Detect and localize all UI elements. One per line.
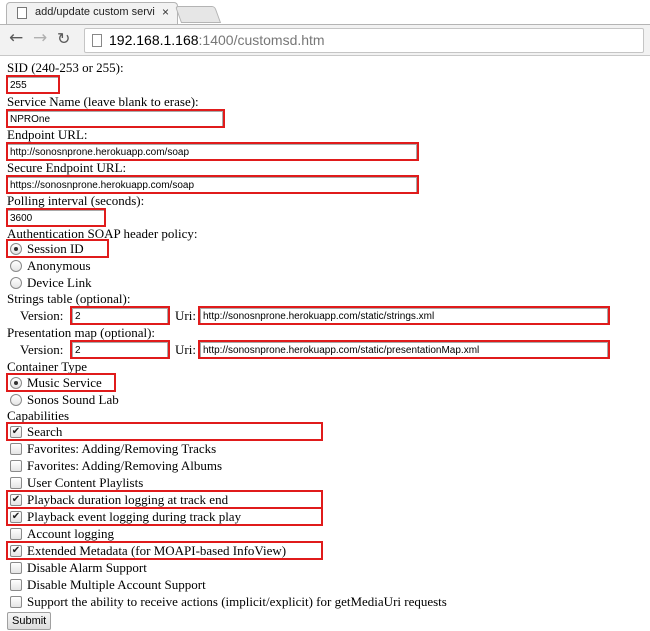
cap-disable-alarm-label: Disable Alarm Support	[27, 560, 147, 575]
cap-fav-tracks-label: Favorites: Adding/Removing Tracks	[27, 441, 217, 456]
cap-fav-albums-checkbox[interactable]	[10, 460, 22, 472]
checkmark-icon: ✔	[11, 426, 21, 437]
container-type-label: Container Type	[7, 359, 88, 374]
capabilities-label: Capabilities	[7, 408, 70, 423]
cap-event-logging-checkbox[interactable]: ✔	[10, 511, 22, 523]
presentation-uri-label: Uri:	[175, 342, 196, 357]
auth-device-link-label: Device Link	[27, 275, 92, 290]
new-tab-button[interactable]	[174, 6, 222, 23]
container-music-service-label: Music Service	[27, 375, 102, 390]
sid-label: SID (240-253 or 255):	[7, 60, 124, 75]
cap-account-logging-label: Account logging	[27, 526, 115, 541]
page-icon	[17, 7, 27, 19]
cap-duration-logging-checkbox[interactable]: ✔	[10, 494, 22, 506]
presentation-uri-input[interactable]	[200, 342, 608, 358]
strings-version-label: Version:	[20, 308, 64, 323]
page-icon	[92, 34, 102, 47]
endpoint-url-input[interactable]	[7, 144, 417, 160]
browser-toolbar: ← → ↻ 192.168.1.168:1400/customsd.htm	[0, 24, 650, 56]
tab-strip: add/update custom servic ×	[0, 0, 650, 24]
auth-session-id-radio[interactable]	[10, 243, 22, 255]
polling-interval-input[interactable]	[7, 210, 105, 226]
submit-button[interactable]: Submit	[7, 612, 52, 630]
cap-fav-albums-label: Favorites: Adding/Removing Albums	[27, 458, 223, 473]
container-music-service-radio[interactable]	[10, 377, 22, 389]
strings-uri-label: Uri:	[175, 308, 196, 323]
strings-uri-input[interactable]	[200, 308, 608, 324]
polling-interval-label: Polling interval (seconds):	[7, 193, 145, 208]
cap-disable-alarm-checkbox[interactable]	[10, 562, 22, 574]
tab-close-icon[interactable]: ×	[162, 5, 169, 19]
presentation-version-input[interactable]	[72, 342, 168, 358]
cap-search-checkbox[interactable]: ✔	[10, 426, 22, 438]
cap-extended-metadata-checkbox[interactable]: ✔	[10, 545, 22, 557]
presentation-map-label: Presentation map (optional):	[7, 325, 156, 340]
cap-disable-multi-account-label: Disable Multiple Account Support	[27, 577, 206, 592]
endpoint-url-label: Endpoint URL:	[7, 127, 88, 142]
auth-device-link-radio[interactable]	[10, 277, 22, 289]
presentation-version-label: Version:	[20, 342, 64, 357]
sid-input[interactable]	[7, 77, 59, 93]
address-bar[interactable]: 192.168.1.168:1400/customsd.htm	[84, 28, 644, 53]
checkmark-icon: ✔	[11, 511, 21, 522]
url-text: 192.168.1.168:1400/customsd.htm	[109, 32, 325, 48]
secure-endpoint-url-input[interactable]	[7, 177, 417, 193]
reload-icon[interactable]: ↻	[57, 29, 70, 48]
service-name-label: Service Name (leave blank to erase):	[7, 94, 199, 109]
cap-getmediauri-actions-checkbox[interactable]	[10, 596, 22, 608]
cap-event-logging-label: Playback event logging during track play	[27, 509, 242, 524]
back-arrow-icon[interactable]: ←	[9, 28, 23, 48]
tab-title: add/update custom servic	[35, 6, 155, 18]
cap-search-label: Search	[27, 424, 63, 439]
auth-policy-label: Authentication SOAP header policy:	[7, 226, 198, 241]
secure-endpoint-url-label: Secure Endpoint URL:	[7, 160, 127, 175]
cap-account-logging-checkbox[interactable]	[10, 528, 22, 540]
strings-version-input[interactable]	[72, 308, 168, 324]
forward-arrow-icon[interactable]: →	[33, 28, 47, 48]
url-path: :1400/customsd.htm	[198, 32, 325, 48]
auth-session-id-label: Session ID	[27, 241, 84, 256]
cap-getmediauri-actions-label: Support the ability to receive actions (…	[27, 594, 447, 609]
container-sound-lab-label: Sonos Sound Lab	[27, 392, 119, 407]
url-host: 192.168.1.168	[109, 32, 199, 48]
auth-anonymous-radio[interactable]	[10, 260, 22, 272]
cap-disable-multi-account-checkbox[interactable]	[10, 579, 22, 591]
service-name-input[interactable]	[7, 111, 223, 127]
cap-playlists-checkbox[interactable]	[10, 477, 22, 489]
auth-anonymous-label: Anonymous	[27, 258, 91, 273]
cap-fav-tracks-checkbox[interactable]	[10, 443, 22, 455]
strings-table-label: Strings table (optional):	[7, 291, 131, 306]
checkmark-icon: ✔	[11, 494, 21, 505]
browser-tab[interactable]: add/update custom servic ×	[6, 2, 178, 24]
cap-playlists-label: User Content Playlists	[27, 475, 144, 490]
cap-duration-logging-label: Playback duration logging at track end	[27, 492, 229, 507]
checkmark-icon: ✔	[11, 545, 21, 556]
cap-extended-metadata-label: Extended Metadata (for MOAPI-based InfoV…	[27, 543, 287, 558]
container-sound-lab-radio[interactable]	[10, 394, 22, 406]
